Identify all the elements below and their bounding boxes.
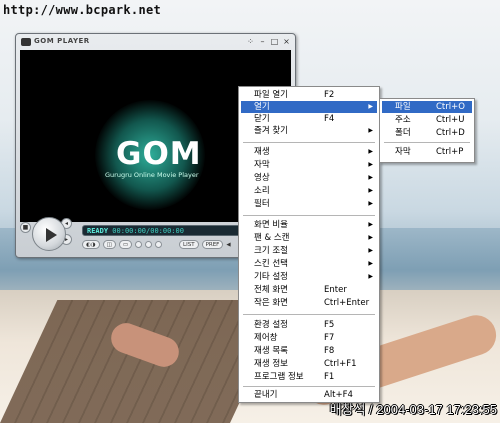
menu-item-subtitle[interactable]: 자막 ▶ (241, 159, 377, 171)
submenu-arrow-icon: ▶ (368, 161, 373, 168)
menu-item-playback-info[interactable]: 재생 정보 Ctrl+F1 (241, 358, 377, 370)
menu-item-open-file[interactable]: 파일 열기 F2 (241, 89, 377, 101)
stop-button[interactable]: ■ (20, 222, 31, 233)
option-dot-1[interactable] (135, 241, 143, 248)
menu-item-fullscreen[interactable]: 전체 화면 Enter (241, 284, 377, 296)
submenu-arrow-icon: ▶ (368, 127, 373, 134)
play-button[interactable] (32, 217, 66, 251)
time-readout: 00:00:00/00:00:00 (112, 227, 184, 235)
menu-item-control-window[interactable]: 제어창 F7 (241, 332, 377, 344)
list-button[interactable]: LIST (179, 240, 199, 249)
window-buttons: ⁘ – □ × (246, 37, 291, 46)
menu-item-sound[interactable]: 소리 ▶ (241, 185, 377, 197)
site-watermark: http://www.bcpark.net (3, 3, 162, 17)
menu-item-exit[interactable]: 끝내기 Alt+F4 (241, 389, 377, 401)
title-bar[interactable]: GOM PLAYER ⁘ – □ × (16, 34, 295, 50)
play-icon (46, 228, 57, 242)
menu-item-about[interactable]: 프로그램 정보 F1 (241, 371, 377, 383)
volume-icon[interactable]: ◀ (226, 242, 230, 248)
status-display: READY 00:00:00/00:00:00 (82, 225, 254, 236)
submenu-item-folder[interactable]: 폴더 Ctrl+D (382, 127, 472, 139)
pref-button[interactable]: PREF (201, 240, 224, 249)
minimize-icon[interactable]: – (258, 37, 267, 46)
menu-item-skin[interactable]: 스킨 선택 ▶ (241, 258, 377, 270)
menu-item-close[interactable]: 닫기 F4 (241, 113, 377, 125)
submenu-item-subtitle[interactable]: 자막 Ctrl+P (382, 146, 472, 158)
option-dot-2[interactable] (145, 241, 153, 248)
menu-item-video[interactable]: 영상 ▶ (241, 172, 377, 184)
menu-item-small-screen[interactable]: 작은 화면 Ctrl+Enter (241, 297, 377, 309)
open-submenu: 파일 Ctrl+O 주소 Ctrl+U 폴더 Ctrl+D 자막 Ctrl+P (379, 98, 475, 163)
submenu-arrow-icon: ▶ (368, 174, 373, 181)
menu-item-aspect-ratio[interactable]: 화면 비율 ▶ (241, 219, 377, 231)
menu-item-playback[interactable]: 재생 ▶ (241, 146, 377, 158)
context-menu: 파일 열기 F2 열기 ▶ 닫기 F4 즐겨 찾기 ▶ 재생 ▶ 자막 ▶ 영상… (238, 86, 380, 403)
submenu-arrow-icon: ▶ (368, 273, 373, 280)
app-icon (21, 38, 31, 46)
status-label: READY (87, 227, 109, 235)
menu-item-pan-scan[interactable]: 팬 & 스캔 ▶ (241, 232, 377, 244)
menu-separator (243, 142, 375, 143)
menu-item-misc-settings[interactable]: 기타 설정 ▶ (241, 271, 377, 283)
menu-item-filter[interactable]: 필터 ▶ (241, 198, 377, 210)
audio-mode-button[interactable]: ◐◑ (82, 240, 100, 249)
submenu-item-file[interactable]: 파일 Ctrl+O (382, 101, 472, 113)
menu-separator (243, 386, 375, 387)
compact-icon[interactable]: ⁘ (246, 37, 255, 46)
menu-item-playlist[interactable]: 재생 목록 F8 (241, 345, 377, 357)
menu-item-resize[interactable]: 크기 조절 ▶ (241, 245, 377, 257)
menu-separator (243, 314, 375, 315)
submenu-item-url[interactable]: 주소 Ctrl+U (382, 114, 472, 126)
menu-item-favorites[interactable]: 즐겨 찾기 ▶ (241, 125, 377, 137)
control-row: ◐◑ ◫ ▭ LIST PREF ◀ (82, 240, 231, 249)
menu-item-open[interactable]: 열기 ▶ (241, 101, 377, 113)
submenu-separator (384, 142, 470, 143)
submenu-arrow-icon: ▶ (368, 187, 373, 194)
maximize-icon[interactable]: □ (270, 37, 279, 46)
close-icon[interactable]: × (282, 37, 291, 46)
submenu-arrow-icon: ▶ (368, 234, 373, 241)
submenu-arrow-icon: ▶ (368, 103, 373, 110)
submenu-arrow-icon: ▶ (368, 247, 373, 254)
menu-item-preferences[interactable]: 환경 설정 F5 (241, 319, 377, 331)
gom-logo: GOM (116, 136, 202, 172)
logo-tagline: Gurugru Online Movie Player (105, 171, 199, 179)
fullscreen-toggle[interactable]: ▭ (118, 240, 133, 249)
window-title: GOM PLAYER (34, 37, 90, 45)
caption-toggle[interactable]: ◫ (102, 240, 116, 249)
menu-separator (243, 215, 375, 216)
submenu-arrow-icon: ▶ (368, 148, 373, 155)
submenu-arrow-icon: ▶ (368, 260, 373, 267)
status-text: READY 00:00:00/00:00:00 (87, 227, 184, 235)
submenu-arrow-icon: ▶ (368, 200, 373, 207)
submenu-arrow-icon: ▶ (368, 221, 373, 228)
option-dot-3[interactable] (155, 241, 163, 248)
